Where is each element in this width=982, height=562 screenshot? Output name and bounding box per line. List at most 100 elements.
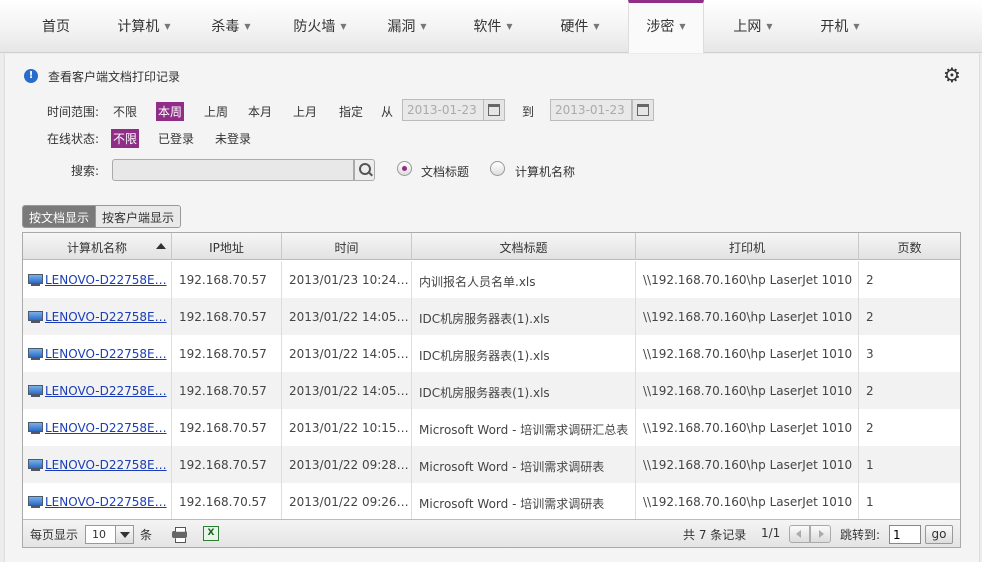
computer-name-link[interactable]: LENOVO-D22758E… — [45, 458, 167, 472]
print-records-table: 计算机名称 IP地址 时间 文档标题 打印机 页数 LENOVO-D22758E… — [22, 232, 961, 548]
jump-page-input[interactable] — [889, 525, 921, 544]
cell-pages: 2 — [866, 273, 874, 287]
page-indicator: 1/1 — [761, 526, 781, 540]
cell-pages: 2 — [866, 421, 874, 435]
info-icon: ! — [24, 69, 38, 83]
nav-item-firewall[interactable]: 防火墙 ▼ — [278, 0, 362, 53]
prev-page-button[interactable] — [789, 525, 810, 543]
gear-icon[interactable]: ⚙ — [943, 63, 961, 87]
search-icon[interactable] — [354, 159, 375, 181]
date-to-input[interactable] — [550, 99, 632, 121]
cell-document-title: 内训报名人员名单.xls — [412, 261, 636, 298]
table-row[interactable]: LENOVO-D22758E… 192.168.70.57 2013/01/22 1… — [23, 372, 960, 409]
computer-icon — [28, 274, 43, 286]
total-records: 共 7 条记录 — [683, 528, 747, 542]
table-row[interactable]: LENOVO-D22758E… 192.168.70.57 2013/01/22 1… — [23, 298, 960, 335]
nav-item-software[interactable]: 软件 ▼ — [458, 0, 528, 53]
column-header-computer[interactable]: 计算机名称 — [23, 233, 172, 260]
time-option-last-month[interactable]: 上月 — [291, 102, 319, 121]
radio-document-title-label[interactable]: 文档标题 — [421, 163, 469, 180]
calendar-icon[interactable] — [483, 99, 505, 121]
computer-name-link[interactable]: LENOVO-D22758E… — [45, 421, 167, 435]
chevron-down-icon: ▼ — [164, 22, 171, 31]
cell-time: 2013/01/22 09:28:06 — [282, 446, 412, 483]
cell-printer: \\192.168.70.160\hp LaserJet 1010 — [636, 298, 859, 335]
nav-item-hardware[interactable]: 硬件 ▼ — [545, 0, 615, 53]
computer-name-link[interactable]: LENOVO-D22758E… — [45, 273, 167, 287]
table-row[interactable]: LENOVO-D22758E… 192.168.70.57 2013/01/23 1… — [23, 261, 960, 298]
column-header-ip[interactable]: IP地址 — [172, 233, 282, 260]
search-input[interactable] — [112, 159, 354, 181]
nav-item-classified[interactable]: 涉密 ▼ — [628, 0, 704, 53]
table-row[interactable]: LENOVO-D22758E… 192.168.70.57 2013/01/22 0… — [23, 446, 960, 483]
computer-icon — [28, 348, 43, 360]
date-from-input[interactable] — [402, 99, 484, 121]
cell-computer-name[interactable]: LENOVO-D22758E… — [23, 446, 172, 483]
cell-printer: \\192.168.70.160\hp LaserJet 1010 — [636, 261, 859, 298]
nav-item-computer[interactable]: 计算机 ▼ — [104, 0, 184, 53]
next-page-button[interactable] — [810, 525, 831, 543]
computer-name-link[interactable]: LENOVO-D22758E… — [45, 495, 167, 509]
cell-pages: 1 — [866, 495, 874, 509]
sort-ascending-icon — [156, 243, 166, 249]
tab-by-document[interactable]: 按文档显示 — [23, 206, 97, 227]
time-option-this-week[interactable]: 本周 — [156, 102, 185, 121]
cell-computer-name[interactable]: LENOVO-D22758E… — [23, 335, 172, 372]
nav-item-label: 涉密 — [646, 19, 675, 35]
nav-item-label: 开机 — [820, 19, 849, 35]
cell-computer-name[interactable]: LENOVO-D22758E… — [23, 261, 172, 298]
radio-computer-name[interactable] — [490, 161, 505, 176]
table-row[interactable]: LENOVO-D22758E… 192.168.70.57 2013/01/22 1… — [23, 409, 960, 446]
column-header-title[interactable]: 文档标题 — [412, 233, 636, 260]
table-row[interactable]: LENOVO-D22758E… 192.168.70.57 2013/01/22 0… — [23, 483, 960, 520]
computer-name-link[interactable]: LENOVO-D22758E… — [45, 310, 167, 324]
time-option-last-week[interactable]: 上周 — [202, 102, 230, 121]
nav-item-label: 软件 — [473, 19, 502, 35]
chevron-down-icon: ▼ — [420, 22, 427, 31]
go-button[interactable]: go — [925, 525, 953, 544]
cell-document-title: IDC机房服务器表(1).xls — [412, 372, 636, 409]
cell-computer-name[interactable]: LENOVO-D22758E… — [23, 483, 172, 520]
nav-item-home[interactable]: 首页 — [26, 0, 86, 53]
cell-computer-name[interactable]: LENOVO-D22758E… — [23, 372, 172, 409]
online-option-logged-in[interactable]: 已登录 — [156, 129, 196, 148]
per-page-label: 每页显示 — [30, 528, 79, 542]
cell-pages: 2 — [866, 310, 874, 324]
printer-icon[interactable] — [172, 527, 188, 541]
online-option-any[interactable]: 不限 — [111, 129, 140, 148]
radio-computer-name-label[interactable]: 计算机名称 — [515, 163, 575, 180]
online-option-logged-out[interactable]: 未登录 — [213, 129, 253, 148]
computer-name-link[interactable]: LENOVO-D22758E… — [45, 384, 167, 398]
tab-by-client[interactable]: 按客户端显示 — [96, 206, 181, 227]
column-header-time[interactable]: 时间 — [282, 233, 412, 260]
to-label: 到 — [522, 105, 535, 119]
column-header-pages[interactable]: 页数 — [859, 233, 960, 260]
page-title: 查看客户端文档打印记录 — [48, 70, 181, 84]
cell-time: 2013/01/23 10:24:39 — [282, 261, 412, 298]
excel-export-icon[interactable]: X — [203, 526, 219, 541]
per-page-unit: 条 — [140, 528, 153, 542]
nav-item-label: 计算机 — [117, 19, 160, 35]
column-header-printer[interactable]: 打印机 — [636, 233, 859, 260]
nav-item-boot[interactable]: 开机 ▼ — [805, 0, 875, 53]
time-option-custom[interactable]: 指定 — [337, 102, 365, 121]
table-row[interactable]: LENOVO-D22758E… 192.168.70.57 2013/01/22 1… — [23, 335, 960, 372]
computer-icon — [28, 311, 43, 323]
cell-ip: 192.168.70.57 — [172, 446, 282, 483]
calendar-icon[interactable] — [632, 99, 654, 121]
nav-item-antivirus[interactable]: 杀毒 ▼ — [196, 0, 266, 53]
nav-item-label: 杀毒 — [211, 19, 240, 35]
time-option-this-month[interactable]: 本月 — [246, 102, 274, 121]
nav-item-vulnerability[interactable]: 漏洞 ▼ — [372, 0, 442, 53]
nav-item-internet[interactable]: 上网 ▼ — [718, 0, 788, 53]
per-page-select[interactable]: 10 — [85, 525, 134, 544]
cell-computer-name[interactable]: LENOVO-D22758E… — [23, 298, 172, 335]
radio-document-title[interactable] — [397, 161, 412, 176]
main-panel: ! 查看客户端文档打印记录 ⚙ 时间范围: 不限 本周 上周 本月 上月 指定 … — [4, 54, 980, 562]
cell-time: 2013/01/22 14:05:41 — [282, 298, 412, 335]
cell-computer-name[interactable]: LENOVO-D22758E… — [23, 409, 172, 446]
cell-document-title: Microsoft Word - 培训需求调研表 — [412, 446, 636, 483]
cell-ip: 192.168.70.57 — [172, 261, 282, 298]
time-option-any[interactable]: 不限 — [111, 102, 139, 121]
computer-name-link[interactable]: LENOVO-D22758E… — [45, 347, 167, 361]
